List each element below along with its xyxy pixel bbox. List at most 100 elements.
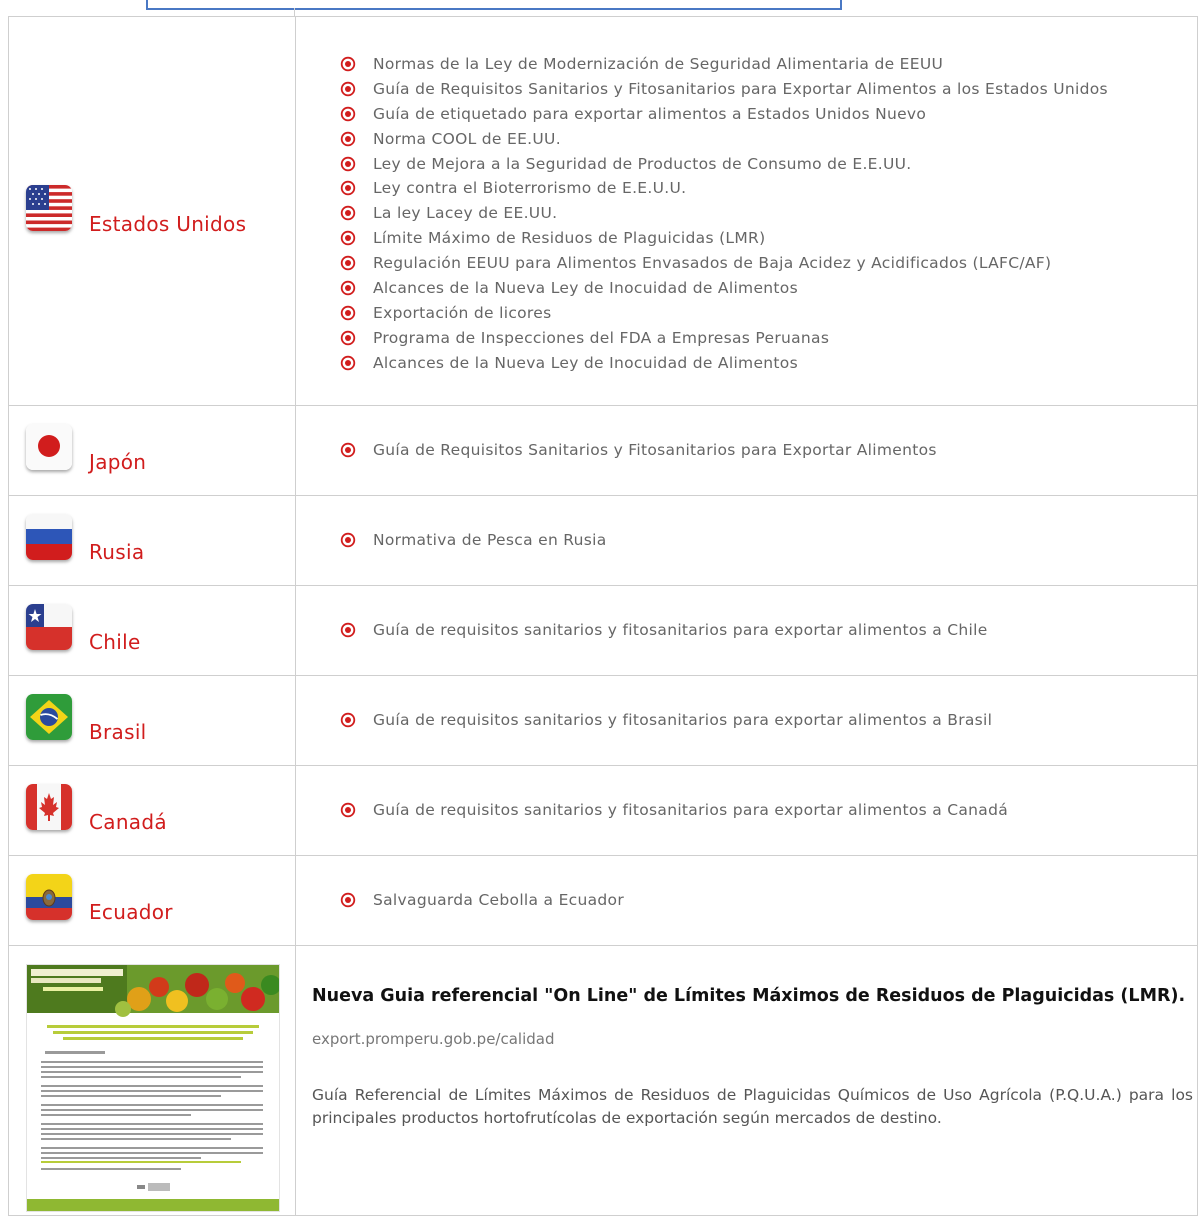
link-text: Ley de Mejora a la Seguridad de Producto… [373,154,912,173]
link-text: Regulación EEUU para Alimentos Envasados… [373,254,1052,273]
ecuador-flag-icon [26,874,72,920]
country-name[interactable]: Estados Unidos [89,212,246,236]
link-text: Guía de Requisitos Sanitarios y Fitosani… [373,79,1108,98]
country-name[interactable]: Chile [89,630,141,654]
promo-url[interactable]: export.promperu.gob.pe/calidad [312,1030,1193,1048]
radio-bullet-icon [340,802,356,818]
list-item[interactable]: Normas de la Ley de Modernización de Seg… [340,52,1197,77]
link-text: Normativa de Pesca en Rusia [373,531,607,550]
link-list: Guía de requisitos sanitarios y fitosani… [340,618,1197,643]
link-text: Guía de etiquetado para exportar aliment… [373,104,927,123]
list-item[interactable]: Guía de requisitos sanitarios y fitosani… [340,618,1197,643]
country-cell: Brasil [8,675,296,766]
promo-description: Guía Referencial de Límites Máximos de R… [312,1086,1193,1127]
radio-bullet-icon [340,81,356,97]
radio-bullet-icon [340,181,356,196]
link-list: Salvaguarda Cebolla a Ecuador [340,888,1197,913]
radio-bullet-icon [340,255,356,271]
radio-bullet-icon [340,330,356,345]
list-item[interactable]: Alcances de la Nueva Ley de Inocuidad de… [340,276,1197,301]
radio-bullet-icon [340,231,356,246]
list-item[interactable]: Ley de Mejora a la Seguridad de Producto… [340,152,1197,177]
link-text: Exportación de licores [373,303,552,322]
list-item[interactable]: Guía de requisitos sanitarios y fitosani… [340,708,1197,733]
list-item[interactable]: Norma COOL de EE.UU. [340,127,1197,152]
link-text: Guía de requisitos sanitarios y fitosani… [373,711,993,730]
table-row: Chile Guía de requisitos sanitarios y fi… [8,585,1198,676]
list-item[interactable]: Regulación EEUU para Alimentos Envasados… [340,251,1197,276]
link-list: Normativa de Pesca en Rusia [340,528,1197,553]
table-row: Brasil Guía de requisitos sanitarios y f… [8,675,1198,766]
japan-flag-icon [26,424,72,470]
radio-bullet-icon [340,106,356,121]
list-item[interactable]: Guía de etiquetado para exportar aliment… [340,102,1197,127]
list-item[interactable]: Guía de Requisitos Sanitarios y Fitosani… [340,438,1197,463]
link-text: La ley Lacey de EE.UU. [373,204,558,223]
link-text: Alcances de la Nueva Ley de Inocuidad de… [373,353,798,372]
list-item[interactable]: La ley Lacey de EE.UU. [340,201,1197,226]
promo-title[interactable]: Nueva Guia referencial "On Line" de Lími… [312,986,1193,1006]
table-row: Ecuador Salvaguarda Cebolla a Ecuador [8,855,1198,946]
radio-bullet-icon [340,206,356,221]
thumbnail-cell [8,945,296,1216]
list-item[interactable]: Salvaguarda Cebolla a Ecuador [340,888,1197,913]
radio-bullet-icon [340,305,356,321]
country-name[interactable]: Canadá [89,810,167,834]
canada-flag-icon [26,784,72,830]
radio-bullet-icon [340,355,356,370]
links-cell: Guía de requisitos sanitarios y fitosani… [295,765,1198,856]
list-item[interactable]: Guía de requisitos sanitarios y fitosani… [340,798,1197,823]
guide-thumbnail[interactable] [26,964,280,1212]
link-text: Salvaguarda Cebolla a Ecuador [373,891,625,910]
list-item[interactable]: Alcances de la Nueva Ley de Inocuidad de… [340,351,1197,376]
link-text: Ley contra el Bioterrorismo de E.E.U.U. [373,179,687,198]
country-name[interactable]: Ecuador [89,900,173,924]
country-name[interactable]: Brasil [89,720,147,744]
brazil-flag-icon [26,694,72,740]
link-list: Guía de requisitos sanitarios y fitosani… [340,798,1197,823]
top-highlight-box [146,0,842,10]
chile-flag-icon [26,604,72,650]
link-text: Guía de requisitos sanitarios y fitosani… [373,621,988,640]
link-list: Normas de la Ley de Modernización de Seg… [340,52,1197,376]
links-cell: Guía de requisitos sanitarios y fitosani… [295,675,1198,766]
radio-bullet-icon [340,56,356,72]
links-cell: Normas de la Ley de Modernización de Seg… [295,16,1198,406]
link-text: Límite Máximo de Residuos de Plaguicidas… [373,229,766,248]
country-cell: Rusia [8,495,296,586]
link-text: Norma COOL de EE.UU. [373,129,561,148]
radio-bullet-icon [340,442,356,458]
link-text: Normas de la Ley de Modernización de Seg… [373,55,944,73]
radio-bullet-icon [340,622,356,638]
radio-bullet-icon [340,712,356,728]
list-item[interactable]: Normativa de Pesca en Rusia [340,528,1197,553]
list-item[interactable]: Límite Máximo de Residuos de Plaguicidas… [340,226,1197,251]
table-row: Japón Guía de Requisitos Sanitarios y Fi… [8,405,1198,496]
radio-bullet-icon [340,892,356,908]
link-text: Programa de Inspecciones del FDA a Empre… [373,328,830,347]
country-cell: Estados Unidos [8,16,296,406]
country-name[interactable]: Rusia [89,540,144,564]
links-cell: Guía de Requisitos Sanitarios y Fitosani… [295,405,1198,496]
links-cell: Guía de requisitos sanitarios y fitosani… [295,585,1198,676]
link-list: Guía de requisitos sanitarios y fitosani… [340,708,1197,733]
list-item[interactable]: Exportación de licores [340,301,1197,326]
country-cell: Canadá [8,765,296,856]
link-text: Guía de Requisitos Sanitarios y Fitosani… [373,441,937,460]
list-item[interactable]: Guía de Requisitos Sanitarios y Fitosani… [340,77,1197,102]
country-name[interactable]: Japón [89,450,146,474]
table-row: Canadá Guía de requisitos sanitarios y f… [8,765,1198,856]
table-row: Estados Unidos Normas de la Ley de Moder… [8,16,1198,406]
radio-bullet-icon [340,532,356,548]
list-item[interactable]: Ley contra el Bioterrorismo de E.E.U.U. [340,176,1197,201]
table-row: Rusia Normativa de Pesca en Rusia [8,495,1198,586]
country-cell: Ecuador [8,855,296,946]
promo-cell: Nueva Guia referencial "On Line" de Lími… [295,945,1198,1216]
usa-flag-icon [26,185,72,231]
russia-flag-icon [26,514,72,560]
link-text: Alcances de la Nueva Ley de Inocuidad de… [373,279,798,298]
table-row: Nueva Guia referencial "On Line" de Lími… [8,945,1198,1216]
list-item[interactable]: Programa de Inspecciones del FDA a Empre… [340,326,1197,351]
links-cell: Normativa de Pesca en Rusia [295,495,1198,586]
country-cell: Chile [8,585,296,676]
